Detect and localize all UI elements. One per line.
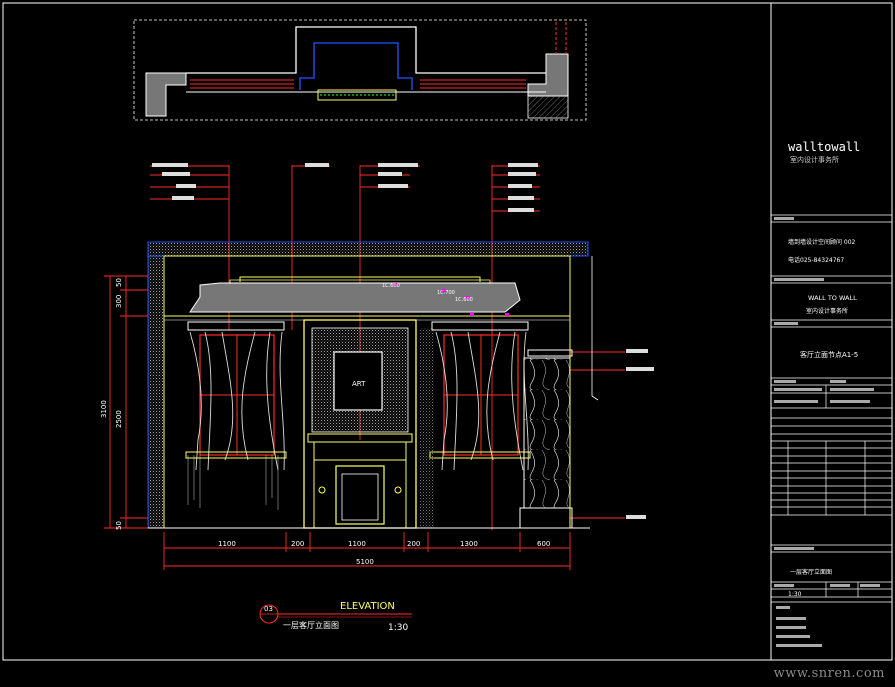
vdim-1: 50 <box>115 278 123 287</box>
plan-hatch <box>527 95 569 119</box>
drawing-name: 一层客厅立面图 <box>790 568 832 576</box>
hdim-total: 5100 <box>356 558 374 566</box>
plan-section <box>133 19 587 121</box>
marble-panel <box>523 357 571 509</box>
title-text: ELEVATION <box>340 601 395 612</box>
hdim-5: 1300 <box>460 540 478 548</box>
callout-2: 1C.700 <box>437 290 455 296</box>
plan-outline <box>186 26 546 74</box>
hdim-1: 1100 <box>218 540 236 548</box>
tb-scale: 1:30 <box>788 591 802 598</box>
plan-wall-right <box>527 53 569 97</box>
left-window <box>185 321 287 510</box>
company-en: WALL TO WALL <box>808 294 857 302</box>
drawing-frame <box>2 2 893 661</box>
drawing-title: 03 ELEVATION 一层客厅立面图 1:30 <box>259 601 412 633</box>
plan-fireplace-outline <box>299 42 413 90</box>
cad-drawing: 1C.600 1C.700 1C.600 ART 50 300 2500 50 … <box>2 2 893 661</box>
company-cn: 室内设计事务所 <box>806 307 848 315</box>
project-line1: 墙到墙设计空间顾问 002 <box>788 238 856 246</box>
vdim-4: 50 <box>115 521 123 530</box>
ceiling-slab <box>147 241 589 257</box>
hdim-4: 200 <box>407 540 420 548</box>
horizontal-dim-labels: 1100 200 1100 200 1300 600 5100 <box>218 540 550 566</box>
company-sub: 室内设计事务所 <box>790 155 839 164</box>
vertical-dimensions <box>104 275 148 529</box>
fireplace: ART <box>303 319 417 529</box>
company-logo: walltowall <box>788 140 860 154</box>
hdim-6: 600 <box>537 540 550 548</box>
callout-3: 1C.600 <box>455 297 473 303</box>
elevation-view: 1C.600 1C.700 1C.600 ART <box>147 241 599 529</box>
art-label: ART <box>352 380 366 388</box>
right-window <box>420 321 531 528</box>
vdim-3: 2500 <box>115 410 123 428</box>
vdim-2: 300 <box>115 295 123 308</box>
sheet-code: 客厅立面节点A1-5 <box>800 350 858 359</box>
vertical-dim-labels: 50 300 2500 50 3100 <box>100 278 123 530</box>
title-block: walltowall 室内设计事务所 墙到墙设计空间顾问 002 电话025-8… <box>771 140 892 647</box>
watermark: www.snren.com <box>773 666 885 681</box>
scale: 1:30 <box>388 623 408 633</box>
vdim-total: 3100 <box>100 400 108 418</box>
project-line2: 电话025-84324767 <box>788 256 844 264</box>
hdim-2: 200 <box>291 540 304 548</box>
plan-wall-left <box>145 72 187 117</box>
plan-boundary <box>133 19 587 121</box>
wall-left <box>147 255 165 529</box>
callout-1: 1C.600 <box>382 283 400 289</box>
view-name: 一层客厅立面图 <box>283 620 339 630</box>
view-number: 03 <box>264 605 273 613</box>
hdim-3: 1100 <box>348 540 366 548</box>
